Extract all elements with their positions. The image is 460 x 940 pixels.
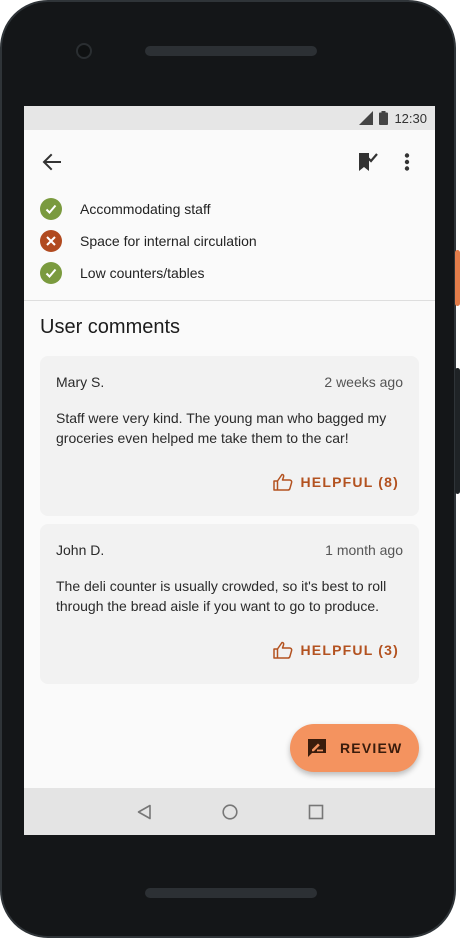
front-camera [76, 43, 92, 59]
helpful-button[interactable]: HELPFUL (8) [272, 470, 400, 494]
feature-item: Accommodating staff [40, 197, 210, 221]
nav-recents-icon[interactable] [308, 804, 324, 820]
comment-author: Mary S. [56, 374, 105, 390]
back-button[interactable] [32, 142, 72, 182]
rate-review-icon [308, 739, 326, 757]
earpiece-speaker [145, 46, 317, 56]
comment-text: The deli counter is usually crowded, so … [56, 578, 387, 614]
back-arrow-icon [42, 153, 61, 171]
comment-card: John D. 1 month ago The deli counter is … [40, 524, 419, 684]
comment-time: 2 weeks ago [324, 374, 403, 390]
feature-item: Low counters/tables [40, 261, 205, 285]
cancel-circle-icon [40, 230, 62, 252]
system-nav-bar [24, 788, 435, 835]
app-bar [24, 130, 435, 194]
more-vert-icon [404, 153, 410, 171]
bottom-speaker [145, 888, 317, 898]
status-bar: 12:30 [24, 106, 435, 130]
feature-item: Space for internal circulation [40, 229, 257, 253]
nav-back-icon[interactable] [136, 804, 152, 820]
check-circle-icon [40, 198, 62, 220]
signal-icon [359, 111, 374, 125]
check-circle-icon [40, 262, 62, 284]
helpful-label: HELPFUL (8) [300, 474, 399, 490]
helpful-button[interactable]: HELPFUL (3) [272, 638, 400, 662]
nav-home-icon[interactable] [221, 803, 238, 820]
screen: 12:30 Accommodating staff Space for inte… [24, 106, 435, 835]
battery-icon [379, 111, 389, 125]
review-label: REVIEW [340, 740, 403, 756]
helpful-label: HELPFUL (3) [300, 642, 399, 658]
more-options-button[interactable] [387, 142, 427, 182]
status-time: 12:30 [394, 110, 427, 126]
phone-frame: 12:30 Accommodating staff Space for inte… [0, 0, 456, 938]
thumb-up-icon [272, 641, 292, 659]
feature-label: Space for internal circulation [80, 233, 257, 249]
side-button-orange [455, 250, 460, 306]
feature-label: Accommodating staff [80, 201, 211, 217]
comment-time: 1 month ago [325, 542, 403, 558]
side-button-dark [455, 368, 460, 494]
thumb-up-icon [272, 473, 292, 491]
divider [24, 300, 435, 301]
bookmark-check-icon [359, 153, 378, 171]
comment-author: John D. [56, 542, 105, 558]
review-fab[interactable]: REVIEW [290, 724, 419, 772]
comment-text: Staff were very kind. The young man who … [56, 410, 387, 446]
bookmark-button[interactable] [347, 142, 387, 182]
feature-label: Low counters/tables [80, 265, 205, 281]
comment-card: Mary S. 2 weeks ago Staff were very kind… [40, 356, 419, 516]
section-title: User comments [40, 316, 181, 338]
